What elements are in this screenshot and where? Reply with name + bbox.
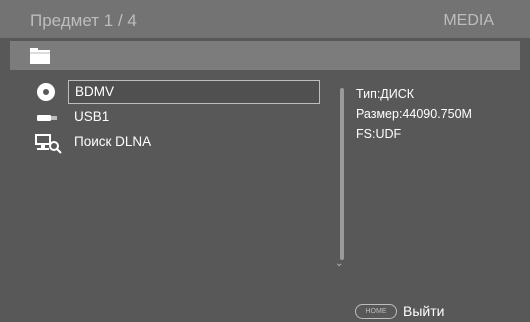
media-screen: Предмет 1 / 4 MEDIA BDMV USB1 Поиск DLNA…	[0, 0, 530, 322]
info-panel: Тип:ДИСК Размер:44090.750M FS:UDF	[356, 84, 472, 144]
media-label: MEDIA	[443, 12, 494, 29]
home-button-icon: HOME	[355, 303, 397, 319]
browser-content: BDMV USB1 Поиск DLNA ⌄ Тип:ДИСК Размер:4…	[10, 70, 520, 322]
folder-icon	[30, 48, 50, 64]
page-title: Предмет 1 / 4	[30, 11, 137, 30]
exit-label[interactable]: Выйти	[403, 303, 444, 319]
info-fs: FS:UDF	[356, 127, 402, 141]
list-item-label: Поиск DLNA	[74, 134, 152, 149]
footer-hint: HOME Выйти	[355, 303, 444, 319]
list-item-label: USB1	[74, 109, 110, 124]
media-list: BDMV USB1 Поиск DLNA	[30, 70, 330, 250]
list-item-bdmv[interactable]: BDMV	[30, 80, 330, 104]
list-item-label: BDMV	[68, 80, 320, 104]
disc-icon	[37, 83, 55, 101]
path-bar	[10, 41, 520, 70]
network-search-icon	[35, 134, 62, 154]
scrollbar[interactable]	[340, 88, 344, 260]
info-type: Тип:ДИСК	[356, 87, 415, 101]
chevron-down-icon: ⌄	[335, 258, 344, 269]
list-item-usb1[interactable]: USB1	[30, 105, 330, 129]
list-item-dlna-search[interactable]: Поиск DLNA	[30, 130, 330, 154]
top-bar: Предмет 1 / 4 MEDIA	[0, 0, 530, 38]
usb-icon	[37, 115, 57, 121]
info-size: Размер:44090.750M	[356, 107, 472, 121]
